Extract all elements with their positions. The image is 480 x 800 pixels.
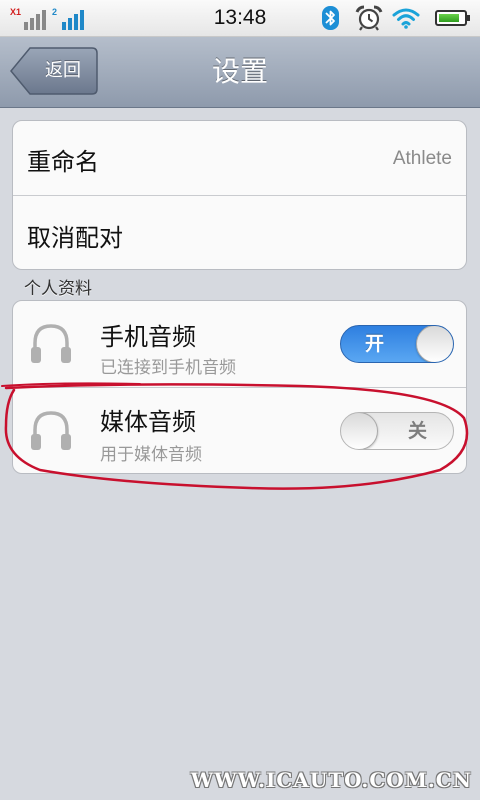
battery-icon [435,10,470,26]
device-settings-group: 重命名 Athlete 取消配对 [12,120,467,270]
watermark: WWW.ICAUTO.COM.CN [190,768,472,792]
media-audio-status: 用于媒体音频 [100,445,202,465]
profiles-group: 手机音频 已连接到手机音频 开 媒体音频 用于媒体音频 关 [12,300,467,474]
rename-label: 重命名 [27,148,99,176]
headset-icon [31,324,71,363]
profiles-section-header: 个人资料 [24,279,92,299]
wifi-icon [392,7,420,29]
bluetooth-icon [322,6,339,30]
toggle-off-label: 关 [407,420,427,442]
phone-audio-status: 已连接到手机音频 [100,358,236,378]
toggle-knob [416,326,453,362]
page-title: 设置 [211,55,268,88]
headset-icon [31,411,71,450]
media-audio-name: 媒体音频 [100,408,196,436]
toggle-on-label: 开 [365,333,385,355]
phone-audio-toggle[interactable]: 开 [340,325,454,363]
unpair-label: 取消配对 [27,224,123,252]
phone-audio-name: 手机音频 [100,323,196,351]
rename-row[interactable]: 重命名 Athlete [13,121,466,195]
battery-level [439,14,459,22]
toggle-knob [341,413,378,449]
media-audio-row: 媒体音频 用于媒体音频 关 [13,387,466,473]
alarm-icon [355,5,383,31]
device-name-value: Athlete [392,148,452,169]
status-bar: X1 2 13:48 [0,0,480,37]
navigation-bar: 返回 设置 [0,37,480,108]
media-audio-toggle[interactable]: 关 [340,412,454,450]
unpair-row[interactable]: 取消配对 [13,195,466,269]
phone-audio-row: 手机音频 已连接到手机音频 开 [13,301,466,387]
